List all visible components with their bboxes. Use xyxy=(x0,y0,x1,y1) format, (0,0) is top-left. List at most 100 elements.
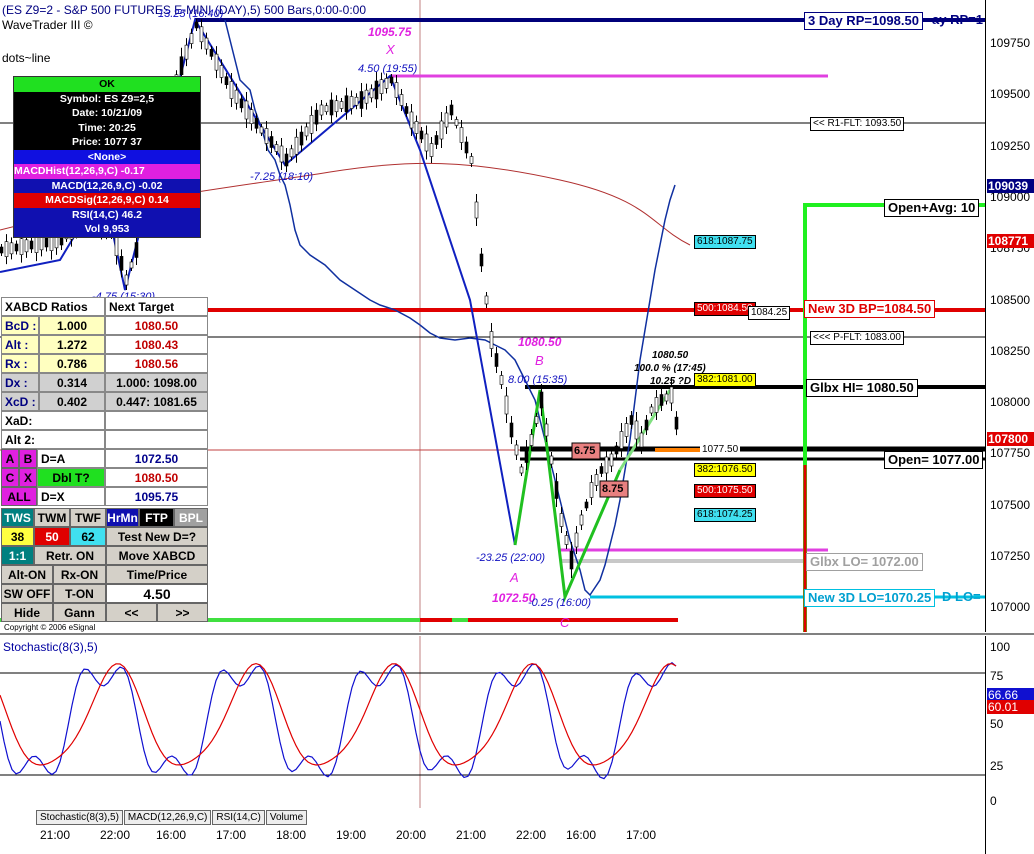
info-macd: MACD(12,26,9,C) -0.02 xyxy=(14,178,200,193)
indicator-tab[interactable]: Stochastic(8(3),5) xyxy=(36,810,123,825)
step-value-field[interactable]: 4.50 xyxy=(106,584,208,603)
candle-body xyxy=(259,126,264,134)
xabcd-row: Alt :1.272 1080.43 xyxy=(1,335,208,354)
indicator-tab[interactable]: Volume xyxy=(265,810,308,825)
candle-body xyxy=(264,128,269,144)
stoch-tick: 75 xyxy=(990,669,1004,683)
time-tick: 19:00 xyxy=(336,828,367,842)
fib-38-button[interactable]: 38 xyxy=(1,527,34,546)
key-a-button[interactable]: A xyxy=(1,449,19,468)
pane-divider[interactable] xyxy=(0,633,1034,635)
xabcd-row: BcD :1.000 1080.50 xyxy=(1,316,208,335)
fib-500-a: 500:1084.50 xyxy=(694,302,756,316)
twm-button[interactable]: TWM xyxy=(34,508,70,527)
fib-618-a: 618:1087.75 xyxy=(694,235,756,249)
info-status: OK xyxy=(14,77,200,92)
rx-on-button[interactable]: Rx-ON xyxy=(53,565,106,584)
stochastic-chart[interactable] xyxy=(0,636,985,808)
candle-body xyxy=(229,81,234,99)
dbl-label[interactable]: Dbl T? xyxy=(37,468,105,487)
candle-body xyxy=(324,105,329,113)
xabcd-head-right[interactable]: Next Target xyxy=(105,297,208,316)
gann-button[interactable]: Gann xyxy=(53,603,106,622)
candle-body xyxy=(644,419,649,431)
candle-body xyxy=(494,353,499,367)
info-symbol: Symbol: ES Z9=2,5 xyxy=(14,91,200,106)
candle-body xyxy=(639,432,644,448)
candle-body xyxy=(604,456,609,474)
tws-button[interactable]: TWS xyxy=(1,508,34,527)
candle-body xyxy=(0,246,4,254)
candle-body xyxy=(464,141,469,154)
b-price: 1080.50 xyxy=(518,335,562,349)
ratio-11-button[interactable]: 1:1 xyxy=(1,546,34,565)
twf-button[interactable]: TWF xyxy=(70,508,106,527)
fib-50-button[interactable]: 50 xyxy=(34,527,70,546)
candle-body xyxy=(469,156,474,164)
key-all-button[interactable]: ALL xyxy=(1,487,37,506)
time-tick: 21:00 xyxy=(456,828,487,842)
candle-body xyxy=(289,148,294,158)
candle-body xyxy=(184,44,189,60)
xabcd-rows: BcD :1.000 1080.50 Alt :1.272 1080.43 Rx :0.… xyxy=(1,316,208,411)
candle-body xyxy=(274,144,279,152)
price-tag-red-1: 108771 xyxy=(987,234,1034,248)
info-date: Date: 10/21/09 xyxy=(14,106,200,121)
test-new-d-button[interactable]: Test New D=? xyxy=(106,527,208,546)
candle-body xyxy=(354,96,359,106)
next-button[interactable]: >> xyxy=(157,603,208,622)
candle-body xyxy=(234,89,239,104)
candle-body xyxy=(29,240,34,250)
stoch-title: Stochastic(8(3),5) xyxy=(3,640,98,654)
time-tick: 16:00 xyxy=(566,828,597,842)
rp3-label: 3 Day RP=1098.50 xyxy=(804,12,923,30)
xabcd-row-ratio: 0.314 xyxy=(39,373,105,392)
hide-button[interactable]: Hide xyxy=(1,603,53,622)
indicator-tab[interactable]: MACD(12,26,9,C) xyxy=(123,810,212,825)
fib-500-b: 500:1075.50 xyxy=(694,484,756,498)
candle-body xyxy=(429,143,434,157)
candle-body xyxy=(509,422,514,438)
xabcd-row-ratio: 1.000 xyxy=(39,316,105,335)
xabcd-row-label: XcD : xyxy=(1,392,39,411)
candle-body xyxy=(589,482,594,498)
retr-on-button[interactable]: Retr. ON xyxy=(34,546,106,565)
candle-body xyxy=(659,394,664,406)
candle-body xyxy=(529,434,534,446)
candle-body xyxy=(14,243,19,252)
candle-body xyxy=(634,420,639,440)
time-price-button[interactable]: Time/Price xyxy=(106,565,208,584)
candle-body xyxy=(414,121,419,134)
candle-body xyxy=(534,416,539,424)
d-x-label: D=X xyxy=(37,487,105,506)
fib-62-button[interactable]: 62 xyxy=(70,527,106,546)
sw-off-button[interactable]: SW OFF xyxy=(1,584,53,603)
a-label: A xyxy=(510,570,519,585)
box-875-label: 8.75 xyxy=(602,483,624,495)
alt-on-button[interactable]: Alt-ON xyxy=(1,565,53,584)
candle-body xyxy=(434,135,439,145)
bpl-button[interactable]: BPL xyxy=(174,508,208,527)
hrmn-button[interactable]: HrMn xyxy=(106,508,139,527)
wave-label-top: 13.25 (16:40) xyxy=(158,8,224,20)
candle-body xyxy=(594,474,599,486)
time-tick: 21:00 xyxy=(40,828,71,842)
rp3-label-b: ay RP=1 xyxy=(932,12,983,27)
candle-body xyxy=(419,130,424,140)
bp3-label: New 3D BP=1084.50 xyxy=(804,300,936,318)
ftp-button[interactable]: FTP xyxy=(139,508,174,527)
prev-button[interactable]: << xyxy=(106,603,157,622)
open-label: Open= 1077.00 xyxy=(884,451,984,469)
key-x-button[interactable]: X xyxy=(19,468,37,487)
alt2-label: Alt 2: xyxy=(1,430,105,449)
c-label: C xyxy=(560,615,570,630)
candle-body xyxy=(219,65,224,78)
move-xabcd-button[interactable]: Move XABCD xyxy=(106,546,208,565)
pflt-label: <<< P-FLT: 1083.00 xyxy=(810,331,904,345)
indicator-tab[interactable]: RSI(14,C) xyxy=(212,810,265,825)
t-on-button[interactable]: T-ON xyxy=(53,584,106,603)
key-b-button[interactable]: B xyxy=(19,449,37,468)
candle-body xyxy=(339,101,344,109)
key-c-button[interactable]: C xyxy=(1,468,19,487)
candle-body xyxy=(524,447,529,463)
